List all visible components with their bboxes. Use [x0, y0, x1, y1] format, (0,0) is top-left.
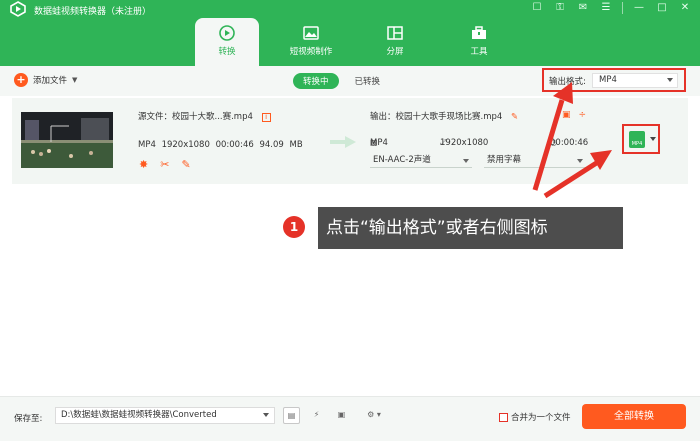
output-format-highlight: 输出格式: MP4: [542, 68, 686, 92]
maximize-icon[interactable]: □: [655, 1, 669, 15]
tab-converted[interactable]: 已转换: [345, 73, 391, 89]
minimize-icon[interactable]: —: [632, 1, 646, 15]
key-icon[interactable]: ⚿: [553, 1, 567, 15]
source-file-label: 源文件：校园十大歌...赛.mp4: [138, 112, 253, 122]
instruction-callout: 点击“输出格式”或者右侧图标: [318, 207, 623, 249]
open-folder-icon[interactable]: ▤: [283, 407, 300, 424]
output-settings-icons: ▣ ÷: [562, 110, 586, 120]
video-thumbnail[interactable]: [21, 112, 113, 168]
plus-icon: +: [14, 73, 28, 87]
edit-tools: ✸ ✂ ✎: [139, 158, 191, 171]
tab-tools[interactable]: 工具: [447, 18, 511, 66]
edit-icon[interactable]: ✎: [181, 158, 190, 171]
compress-icon[interactable]: ÷: [579, 110, 587, 120]
source-duration: 00:00:46: [215, 140, 254, 150]
chevron-down-icon: [577, 159, 583, 163]
file-item: 源文件：校园十大歌...赛.mp4 i MP4 1920x1080 00:00:…: [12, 98, 688, 184]
output-file-name: 输出：校园十大歌手现场比赛.mp4 ✎: [370, 110, 518, 122]
format-icon-text: MP4: [631, 141, 643, 147]
rename-pencil-icon[interactable]: ✎: [511, 112, 518, 122]
add-file-label: 添加文件: [33, 76, 68, 86]
subtitle-value: 禁用字幕: [487, 155, 522, 165]
window-controls: ☐ ⚿ ✉ ☰ — □ ✕: [530, 1, 692, 15]
cart-icon[interactable]: ☐: [530, 1, 544, 15]
chevron-down-icon: [667, 78, 673, 82]
short-video-icon: [303, 26, 319, 40]
audio-track-select[interactable]: EN-AAC-2声道: [370, 154, 472, 168]
tab-short-video[interactable]: 短视频制作: [279, 18, 343, 66]
tab-label: 短视频制作: [289, 47, 333, 57]
mp4-format-icon[interactable]: MP4: [629, 131, 645, 148]
enhance-icon[interactable]: ✸: [139, 158, 148, 171]
audio-track-value: EN-AAC-2声道: [373, 155, 431, 165]
source-format: MP4: [138, 140, 156, 150]
bottom-bar: 保存至: D:\数据蛙\数据蛙视频转换器\Converted ▤ ⚡ ▣ ⚙ ▾…: [0, 396, 700, 441]
source-file-name: 源文件：校园十大歌...赛.mp4 i: [138, 110, 271, 122]
step-number-badge: 1: [283, 216, 305, 238]
output-file-label: 输出：校园十大歌手现场比赛.mp4: [370, 112, 503, 122]
video-thumbnail-image: [21, 112, 113, 168]
tab-convert[interactable]: 转换: [195, 18, 259, 66]
tab-split-screen[interactable]: 分屏: [363, 18, 427, 66]
gpu-off-icon[interactable]: ▣: [333, 407, 350, 424]
menu-icon[interactable]: ☰: [599, 1, 613, 15]
hardware-accel-off-icon[interactable]: ⚡: [308, 407, 325, 424]
split-screen-icon: [387, 26, 403, 40]
convert-icon: [219, 25, 235, 41]
add-file-button[interactable]: + 添加文件 ▼: [14, 73, 77, 87]
convert-all-button[interactable]: 全部转换: [582, 404, 686, 429]
save-to-label: 保存至:: [14, 414, 43, 424]
tab-label: 工具: [470, 47, 488, 57]
output-format: MP4: [370, 138, 388, 148]
toolbox-icon: [472, 26, 486, 39]
output-duration: 00:00:46: [550, 138, 589, 148]
info-square-icon[interactable]: ▣: [562, 110, 571, 120]
tab-label: 转换: [218, 47, 236, 57]
convert-arrow-icon: [330, 136, 356, 148]
chevron-down-icon: [463, 159, 469, 163]
subtitle-select[interactable]: 禁用字幕: [484, 154, 586, 168]
status-switch: 转换中 已转换: [293, 73, 390, 89]
chevron-down-icon: [263, 413, 269, 417]
main-tabs: 转换 短视频制作 分屏 工具: [195, 18, 531, 66]
source-resolution: 1920x1080: [161, 140, 210, 150]
tab-label: 分屏: [386, 47, 404, 57]
output-format-value: MP4: [599, 75, 617, 85]
format-icon-highlight: MP4: [622, 124, 660, 154]
output-format-select[interactable]: MP4: [592, 73, 678, 88]
source-meta: MP4 1920x1080 00:00:46 94.09 MB: [138, 140, 303, 150]
info-icon[interactable]: i: [261, 113, 271, 122]
app-title: 数据蛙视频转换器（未注册）: [34, 7, 152, 17]
save-path-select[interactable]: D:\数据蛙\数据蛙视频转换器\Converted: [55, 407, 275, 424]
chevron-down-icon[interactable]: ▼: [72, 76, 77, 84]
checkbox[interactable]: [499, 412, 508, 422]
close-icon[interactable]: ✕: [678, 1, 692, 15]
merge-label: 合并为一个文件: [511, 413, 571, 423]
merge-checkbox[interactable]: 合并为一个文件: [499, 411, 571, 423]
save-path-value: D:\数据蛙\数据蛙视频转换器\Converted: [61, 410, 217, 420]
chevron-down-icon[interactable]: [650, 137, 656, 141]
cut-icon[interactable]: ✂: [160, 158, 169, 171]
divider: [622, 2, 623, 14]
title-bar: 数据蛙视频转换器（未注册） ☐ ⚿ ✉ ☰ — □ ✕ 转换 短视频制作 分屏 …: [0, 0, 700, 66]
feedback-icon[interactable]: ✉: [576, 1, 590, 15]
tab-converting[interactable]: 转换中: [293, 73, 339, 89]
settings-gear-icon[interactable]: ⚙ ▾: [358, 407, 390, 424]
toolbar: + 添加文件 ▼ 转换中 已转换 输出格式: MP4: [0, 66, 700, 96]
output-resolution: 1920x1080: [440, 138, 489, 148]
output-format-label: 输出格式:: [549, 77, 586, 87]
app-logo-icon: [10, 1, 26, 17]
source-size: 94.09 MB: [259, 140, 303, 150]
